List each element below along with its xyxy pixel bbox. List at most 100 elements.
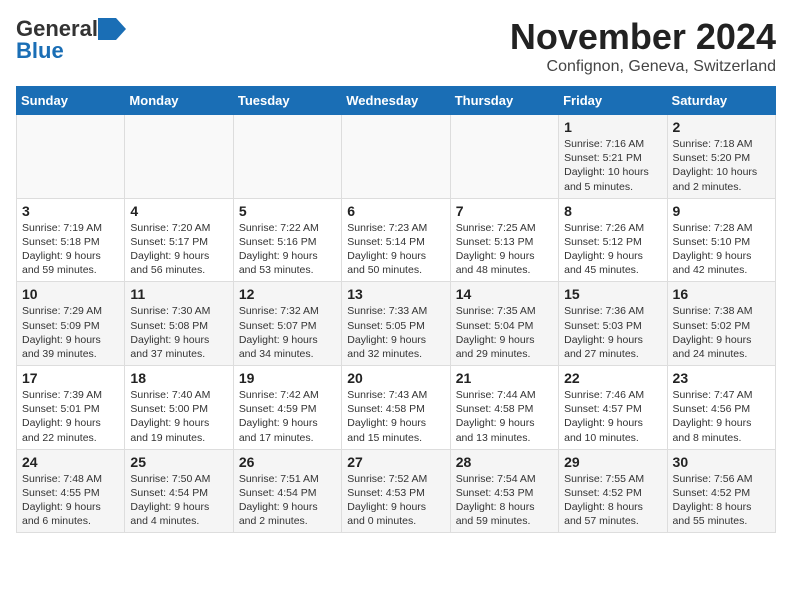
weekday-header: Sunday: [17, 87, 125, 115]
day-detail: Sunrise: 7:46 AM Sunset: 4:57 PM Dayligh…: [564, 388, 661, 445]
day-number: 1: [564, 119, 661, 135]
calendar-cell: [233, 115, 341, 199]
day-detail: Sunrise: 7:39 AM Sunset: 5:01 PM Dayligh…: [22, 388, 119, 445]
calendar-cell: 1 Sunrise: 7:16 AM Sunset: 5:21 PM Daylig…: [559, 115, 667, 199]
day-number: 26: [239, 454, 336, 470]
calendar-cell: 11 Sunrise: 7:30 AM Sunset: 5:08 PM Dayli…: [125, 282, 233, 366]
calendar-week-row: 17Sunrise: 7:39 AM Sunset: 5:01 PM Dayli…: [17, 366, 776, 450]
calendar-cell: 28 Sunrise: 7:54 AM Sunset: 4:53 PM Dayli…: [450, 449, 558, 533]
calendar-cell: 29Sunrise: 7:55 AM Sunset: 4:52 PM Dayli…: [559, 449, 667, 533]
day-detail: Sunrise: 7:48 AM Sunset: 4:55 PM Dayligh…: [22, 472, 119, 529]
day-detail: Sunrise: 7:42 AM Sunset: 4:59 PM Dayligh…: [239, 388, 336, 445]
day-number: 7: [456, 203, 553, 219]
page-subtitle: Confignon, Geneva, Switzerland: [510, 58, 776, 76]
calendar-cell: 5 Sunrise: 7:22 AM Sunset: 5:16 PM Daylig…: [233, 198, 341, 282]
logo-blue: Blue: [16, 38, 64, 64]
calendar-cell: 4 Sunrise: 7:20 AM Sunset: 5:17 PM Daylig…: [125, 198, 233, 282]
day-number: 11: [130, 286, 227, 302]
day-detail: Sunrise: 7:25 AM Sunset: 5:13 PM Dayligh…: [456, 221, 553, 278]
day-number: 5: [239, 203, 336, 219]
page-title: November 2024: [510, 16, 776, 58]
calendar-cell: 3 Sunrise: 7:19 AM Sunset: 5:18 PM Daylig…: [17, 198, 125, 282]
day-detail: Sunrise: 7:29 AM Sunset: 5:09 PM Dayligh…: [22, 304, 119, 361]
calendar-cell: 26 Sunrise: 7:51 AM Sunset: 4:54 PM Dayli…: [233, 449, 341, 533]
weekday-header: Saturday: [667, 87, 775, 115]
day-detail: Sunrise: 7:33 AM Sunset: 5:05 PM Dayligh…: [347, 304, 444, 361]
day-number: 22: [564, 370, 661, 386]
calendar-cell: 10 Sunrise: 7:29 AM Sunset: 5:09 PM Dayli…: [17, 282, 125, 366]
day-number: 23: [673, 370, 770, 386]
calendar-cell: 12Sunrise: 7:32 AM Sunset: 5:07 PM Dayli…: [233, 282, 341, 366]
calendar-cell: 15 Sunrise: 7:36 AM Sunset: 5:03 PM Dayli…: [559, 282, 667, 366]
calendar-week-row: 3 Sunrise: 7:19 AM Sunset: 5:18 PM Daylig…: [17, 198, 776, 282]
calendar-cell: 25Sunrise: 7:50 AM Sunset: 4:54 PM Dayli…: [125, 449, 233, 533]
weekday-header: Thursday: [450, 87, 558, 115]
calendar-cell: [125, 115, 233, 199]
weekday-header: Friday: [559, 87, 667, 115]
day-detail: Sunrise: 7:52 AM Sunset: 4:53 PM Dayligh…: [347, 472, 444, 529]
day-detail: Sunrise: 7:16 AM Sunset: 5:21 PM Dayligh…: [564, 137, 661, 194]
calendar-cell: [342, 115, 450, 199]
day-number: 9: [673, 203, 770, 219]
calendar-week-row: 1 Sunrise: 7:16 AM Sunset: 5:21 PM Daylig…: [17, 115, 776, 199]
day-detail: Sunrise: 7:47 AM Sunset: 4:56 PM Dayligh…: [673, 388, 770, 445]
day-detail: Sunrise: 7:28 AM Sunset: 5:10 PM Dayligh…: [673, 221, 770, 278]
day-number: 19: [239, 370, 336, 386]
day-number: 3: [22, 203, 119, 219]
calendar-cell: 23 Sunrise: 7:47 AM Sunset: 4:56 PM Dayli…: [667, 366, 775, 450]
calendar-table: SundayMondayTuesdayWednesdayThursdayFrid…: [16, 86, 776, 533]
day-detail: Sunrise: 7:56 AM Sunset: 4:52 PM Dayligh…: [673, 472, 770, 529]
calendar-cell: 7 Sunrise: 7:25 AM Sunset: 5:13 PM Daylig…: [450, 198, 558, 282]
day-detail: Sunrise: 7:40 AM Sunset: 5:00 PM Dayligh…: [130, 388, 227, 445]
day-number: 21: [456, 370, 553, 386]
day-number: 27: [347, 454, 444, 470]
calendar-cell: 22 Sunrise: 7:46 AM Sunset: 4:57 PM Dayli…: [559, 366, 667, 450]
day-number: 16: [673, 286, 770, 302]
day-detail: Sunrise: 7:20 AM Sunset: 5:17 PM Dayligh…: [130, 221, 227, 278]
day-number: 12: [239, 286, 336, 302]
calendar-cell: 18 Sunrise: 7:40 AM Sunset: 5:00 PM Dayli…: [125, 366, 233, 450]
calendar-cell: 16Sunrise: 7:38 AM Sunset: 5:02 PM Dayli…: [667, 282, 775, 366]
weekday-header: Wednesday: [342, 87, 450, 115]
day-number: 10: [22, 286, 119, 302]
logo-icon: [98, 18, 126, 40]
calendar-header-row: SundayMondayTuesdayWednesdayThursdayFrid…: [17, 87, 776, 115]
day-number: 24: [22, 454, 119, 470]
day-number: 6: [347, 203, 444, 219]
day-number: 14: [456, 286, 553, 302]
calendar-cell: 27 Sunrise: 7:52 AM Sunset: 4:53 PM Dayli…: [342, 449, 450, 533]
day-detail: Sunrise: 7:54 AM Sunset: 4:53 PM Dayligh…: [456, 472, 553, 529]
calendar-cell: 19 Sunrise: 7:42 AM Sunset: 4:59 PM Dayli…: [233, 366, 341, 450]
day-detail: Sunrise: 7:18 AM Sunset: 5:20 PM Dayligh…: [673, 137, 770, 194]
calendar-cell: 14 Sunrise: 7:35 AM Sunset: 5:04 PM Dayli…: [450, 282, 558, 366]
day-number: 18: [130, 370, 227, 386]
day-detail: Sunrise: 7:35 AM Sunset: 5:04 PM Dayligh…: [456, 304, 553, 361]
day-number: 30: [673, 454, 770, 470]
calendar-cell: [17, 115, 125, 199]
calendar-cell: 6Sunrise: 7:23 AM Sunset: 5:14 PM Daylig…: [342, 198, 450, 282]
day-detail: Sunrise: 7:26 AM Sunset: 5:12 PM Dayligh…: [564, 221, 661, 278]
weekday-header: Tuesday: [233, 87, 341, 115]
day-number: 28: [456, 454, 553, 470]
calendar-cell: 24 Sunrise: 7:48 AM Sunset: 4:55 PM Dayli…: [17, 449, 125, 533]
title-block: November 2024 Confignon, Geneva, Switzer…: [510, 16, 776, 76]
calendar-cell: 21Sunrise: 7:44 AM Sunset: 4:58 PM Dayli…: [450, 366, 558, 450]
calendar-cell: 2 Sunrise: 7:18 AM Sunset: 5:20 PM Daylig…: [667, 115, 775, 199]
day-detail: Sunrise: 7:50 AM Sunset: 4:54 PM Dayligh…: [130, 472, 227, 529]
calendar-week-row: 10 Sunrise: 7:29 AM Sunset: 5:09 PM Dayli…: [17, 282, 776, 366]
logo: General Blue: [16, 16, 126, 64]
day-number: 8: [564, 203, 661, 219]
day-number: 4: [130, 203, 227, 219]
calendar-week-row: 24 Sunrise: 7:48 AM Sunset: 4:55 PM Dayli…: [17, 449, 776, 533]
calendar-cell: 8 Sunrise: 7:26 AM Sunset: 5:12 PM Daylig…: [559, 198, 667, 282]
day-number: 2: [673, 119, 770, 135]
calendar-cell: 30 Sunrise: 7:56 AM Sunset: 4:52 PM Dayli…: [667, 449, 775, 533]
day-detail: Sunrise: 7:19 AM Sunset: 5:18 PM Dayligh…: [22, 221, 119, 278]
day-detail: Sunrise: 7:36 AM Sunset: 5:03 PM Dayligh…: [564, 304, 661, 361]
day-detail: Sunrise: 7:51 AM Sunset: 4:54 PM Dayligh…: [239, 472, 336, 529]
day-detail: Sunrise: 7:22 AM Sunset: 5:16 PM Dayligh…: [239, 221, 336, 278]
calendar-cell: [450, 115, 558, 199]
day-number: 15: [564, 286, 661, 302]
day-detail: Sunrise: 7:55 AM Sunset: 4:52 PM Dayligh…: [564, 472, 661, 529]
day-detail: Sunrise: 7:30 AM Sunset: 5:08 PM Dayligh…: [130, 304, 227, 361]
